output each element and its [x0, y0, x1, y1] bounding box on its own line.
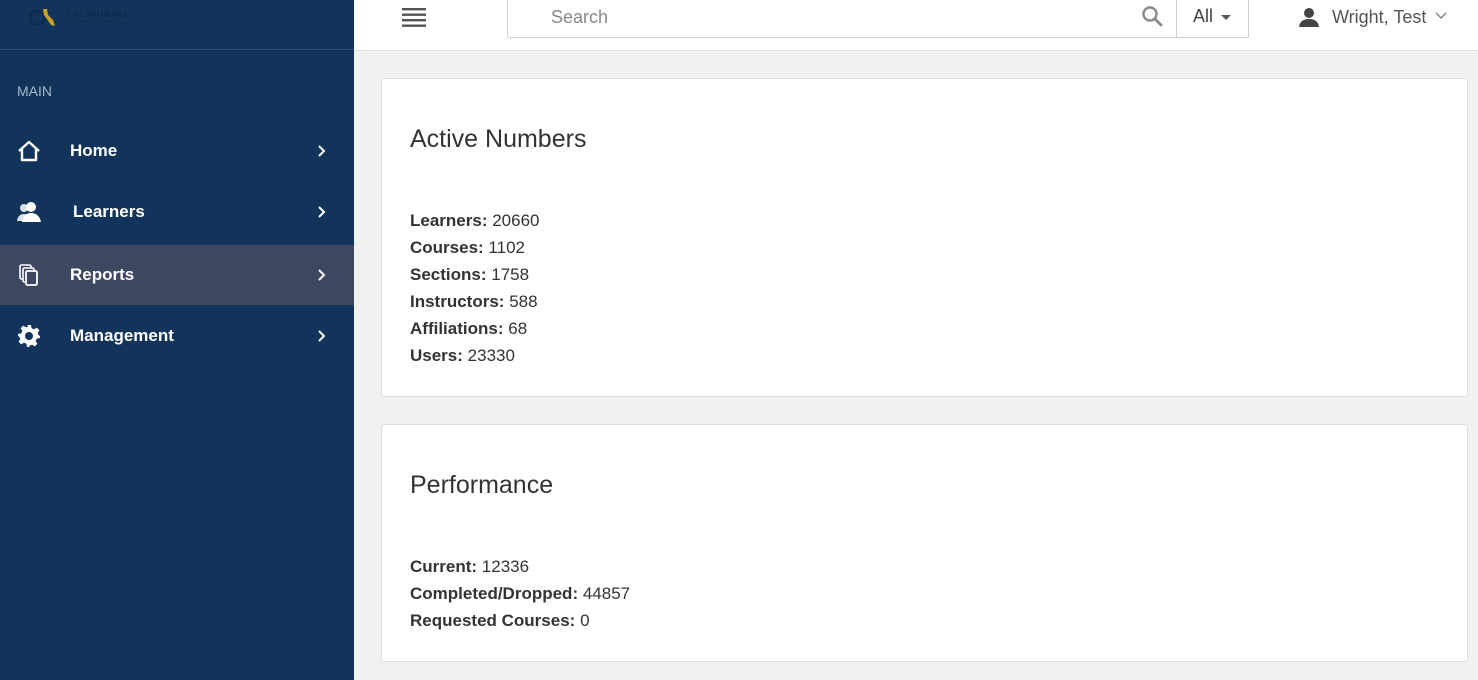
stat-value: 44857: [582, 584, 631, 603]
logo[interactable]: CALIFORNIA Child Welfare Training: [0, 0, 354, 50]
card-title: Performance: [410, 471, 554, 499]
sidebar-item-learners[interactable]: Learners: [0, 182, 354, 242]
search-input[interactable]: Search: [507, 0, 1177, 38]
menu-toggle-icon[interactable]: [402, 7, 426, 27]
caret-down-icon: [1221, 15, 1231, 20]
sidebar-item-label: Home: [70, 141, 118, 160]
stat-value: 68: [508, 319, 528, 338]
stat-learners: Learners: 20660: [410, 207, 540, 234]
chevron-right-icon: [318, 330, 326, 342]
chevron-right-icon: [318, 269, 326, 281]
card-title: Active Numbers: [410, 125, 587, 153]
copy-icon: [16, 262, 42, 288]
sidebar-item-management[interactable]: Management: [0, 306, 354, 366]
search-scope-value: All: [1193, 6, 1214, 26]
stat-courses: Courses: 1102: [410, 234, 540, 261]
stat-label: Learners:: [410, 211, 488, 230]
stat-sections: Sections: 1758: [410, 261, 540, 288]
stat-label: Users:: [410, 346, 463, 365]
stat-label: Instructors:: [410, 292, 505, 311]
users-icon: [16, 199, 42, 225]
stat-requested-courses: Requested Courses: 0: [410, 607, 630, 634]
stat-label: Completed/Dropped:: [410, 584, 579, 603]
stats-list: Current: 12336 Completed/Dropped: 44857 …: [410, 553, 630, 634]
stat-affiliations: Affiliations: 68: [410, 315, 540, 342]
stat-value: 1758: [491, 265, 530, 284]
search-icon[interactable]: [1141, 5, 1163, 27]
topbar: Search All Wright, Test: [354, 0, 1478, 51]
home-icon: [16, 138, 42, 164]
stat-value: 588: [509, 292, 538, 311]
gear-icon: [16, 323, 42, 349]
stat-value: 1102: [488, 238, 525, 257]
stat-label: Sections:: [410, 265, 487, 284]
stat-label: Requested Courses:: [410, 611, 576, 630]
logo-icon: [29, 9, 55, 26]
chevron-right-icon: [318, 206, 326, 218]
stat-value: 20660: [492, 211, 540, 230]
performance-card: Performance Current: 12336 Completed/Dro…: [381, 424, 1468, 662]
user-icon: [1299, 8, 1319, 27]
sidebar: CALIFORNIA Child Welfare Training MAIN H…: [0, 0, 354, 680]
stats-list: Learners: 20660 Courses: 1102 Sections: …: [410, 207, 540, 369]
chevron-down-icon: [1435, 12, 1447, 19]
user-name: Wright, Test: [1332, 7, 1427, 27]
logo-title: CALIFORNIA: [66, 9, 130, 19]
sidebar-item-label: Reports: [70, 265, 135, 284]
sidebar-item-label: Management: [70, 326, 174, 345]
stat-value: 12336: [481, 557, 530, 576]
sidebar-item-label: Learners: [73, 202, 145, 221]
stat-label: Courses:: [410, 238, 484, 257]
stat-completed-dropped: Completed/Dropped: 44857: [410, 580, 630, 607]
logo-subtitle: Child Welfare Training: [66, 20, 127, 26]
sidebar-item-home[interactable]: Home: [0, 121, 354, 181]
stat-instructors: Instructors: 588: [410, 288, 540, 315]
stat-users: Users: 23330: [410, 342, 540, 369]
active-numbers-card: Active Numbers Learners: 20660 Courses: …: [381, 78, 1468, 397]
stat-value: 23330: [467, 346, 515, 365]
stat-label: Affiliations:: [410, 319, 504, 338]
stat-label: Current:: [410, 557, 478, 576]
chevron-right-icon: [318, 145, 326, 157]
stat-current: Current: 12336: [410, 553, 630, 580]
search-scope-dropdown[interactable]: All: [1176, 0, 1249, 38]
search-placeholder: Search: [551, 7, 609, 27]
section-label-main: MAIN: [17, 83, 52, 99]
stat-value: 0: [580, 611, 590, 630]
sidebar-item-reports[interactable]: Reports: [0, 245, 354, 305]
